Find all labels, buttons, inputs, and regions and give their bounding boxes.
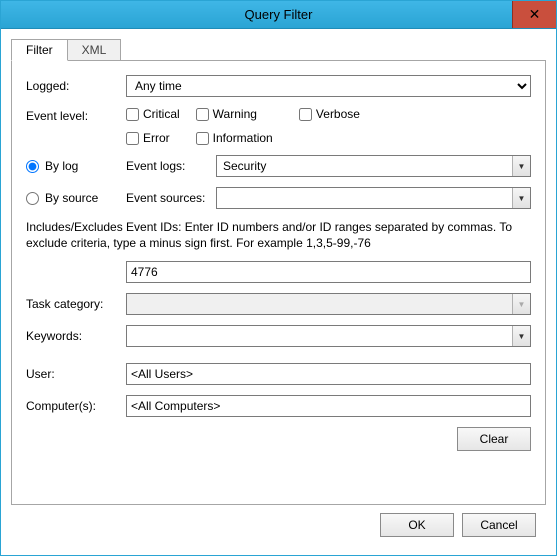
clear-button[interactable]: Clear <box>457 427 531 451</box>
cancel-button[interactable]: Cancel <box>462 513 536 537</box>
keywords-dropdown-button[interactable]: ▼ <box>512 326 530 346</box>
critical-checkbox[interactable] <box>126 108 139 121</box>
content-area: Filter XML Logged: Any time Event level:… <box>1 29 556 555</box>
verbose-checkbox[interactable] <box>299 108 312 121</box>
event-sources-label: Event sources: <box>126 191 216 205</box>
task-category-label: Task category: <box>26 297 126 311</box>
tab-xml[interactable]: XML <box>67 39 122 60</box>
by-source-label: By source <box>45 191 98 205</box>
task-category-input <box>127 294 512 314</box>
chevron-down-icon: ▼ <box>518 300 526 309</box>
tabstrip: Filter XML <box>11 39 546 60</box>
by-log-label: By log <box>45 159 78 173</box>
keywords-label: Keywords: <box>26 329 126 343</box>
warning-checkbox-wrap[interactable]: Warning <box>196 107 257 121</box>
information-checkbox[interactable] <box>196 132 209 145</box>
tab-filter[interactable]: Filter <box>11 39 68 61</box>
ok-button[interactable]: OK <box>380 513 454 537</box>
user-input[interactable] <box>126 363 531 385</box>
event-logs-combo[interactable]: ▼ <box>216 155 531 177</box>
dialog-footer: OK Cancel <box>11 505 546 547</box>
query-filter-dialog: Query Filter ✕ Filter XML Logged: Any ti… <box>0 0 557 556</box>
critical-checkbox-label: Critical <box>143 107 180 121</box>
by-source-radio[interactable] <box>26 192 39 205</box>
information-checkbox-wrap[interactable]: Information <box>196 131 273 145</box>
event-level-label: Event level: <box>26 107 126 123</box>
logged-label: Logged: <box>26 79 126 93</box>
event-ids-input[interactable] <box>126 261 531 283</box>
keywords-combo[interactable]: ▼ <box>126 325 531 347</box>
chevron-down-icon: ▼ <box>518 194 526 203</box>
error-checkbox[interactable] <box>126 132 139 145</box>
close-button[interactable]: ✕ <box>512 1 556 28</box>
titlebar: Query Filter ✕ <box>1 1 556 29</box>
error-checkbox-wrap[interactable]: Error <box>126 131 170 145</box>
logged-select[interactable]: Any time <box>126 75 531 97</box>
verbose-checkbox-label: Verbose <box>316 107 360 121</box>
warning-checkbox-label: Warning <box>213 107 257 121</box>
user-label: User: <box>26 367 126 381</box>
error-checkbox-label: Error <box>143 131 170 145</box>
task-category-combo: ▼ <box>126 293 531 315</box>
critical-checkbox-wrap[interactable]: Critical <box>126 107 180 121</box>
warning-checkbox[interactable] <box>196 108 209 121</box>
event-logs-dropdown-button[interactable]: ▼ <box>512 156 530 176</box>
chevron-down-icon: ▼ <box>518 162 526 171</box>
computers-input[interactable] <box>126 395 531 417</box>
close-icon: ✕ <box>529 6 541 23</box>
keywords-input[interactable] <box>127 326 512 346</box>
event-sources-combo[interactable]: ▼ <box>216 187 531 209</box>
event-sources-input[interactable] <box>217 188 512 208</box>
by-log-radio[interactable] <box>26 160 39 173</box>
event-ids-help-text: Includes/Excludes Event IDs: Enter ID nu… <box>26 219 531 251</box>
filter-panel: Logged: Any time Event level: Critical W… <box>11 60 546 505</box>
task-category-dropdown-button: ▼ <box>512 294 530 314</box>
window-title: Query Filter <box>1 1 556 29</box>
event-sources-dropdown-button[interactable]: ▼ <box>512 188 530 208</box>
event-logs-input[interactable] <box>217 156 512 176</box>
chevron-down-icon: ▼ <box>518 332 526 341</box>
event-logs-label: Event logs: <box>126 159 216 173</box>
information-checkbox-label: Information <box>213 131 273 145</box>
computers-label: Computer(s): <box>26 399 126 413</box>
verbose-checkbox-wrap[interactable]: Verbose <box>299 107 360 121</box>
